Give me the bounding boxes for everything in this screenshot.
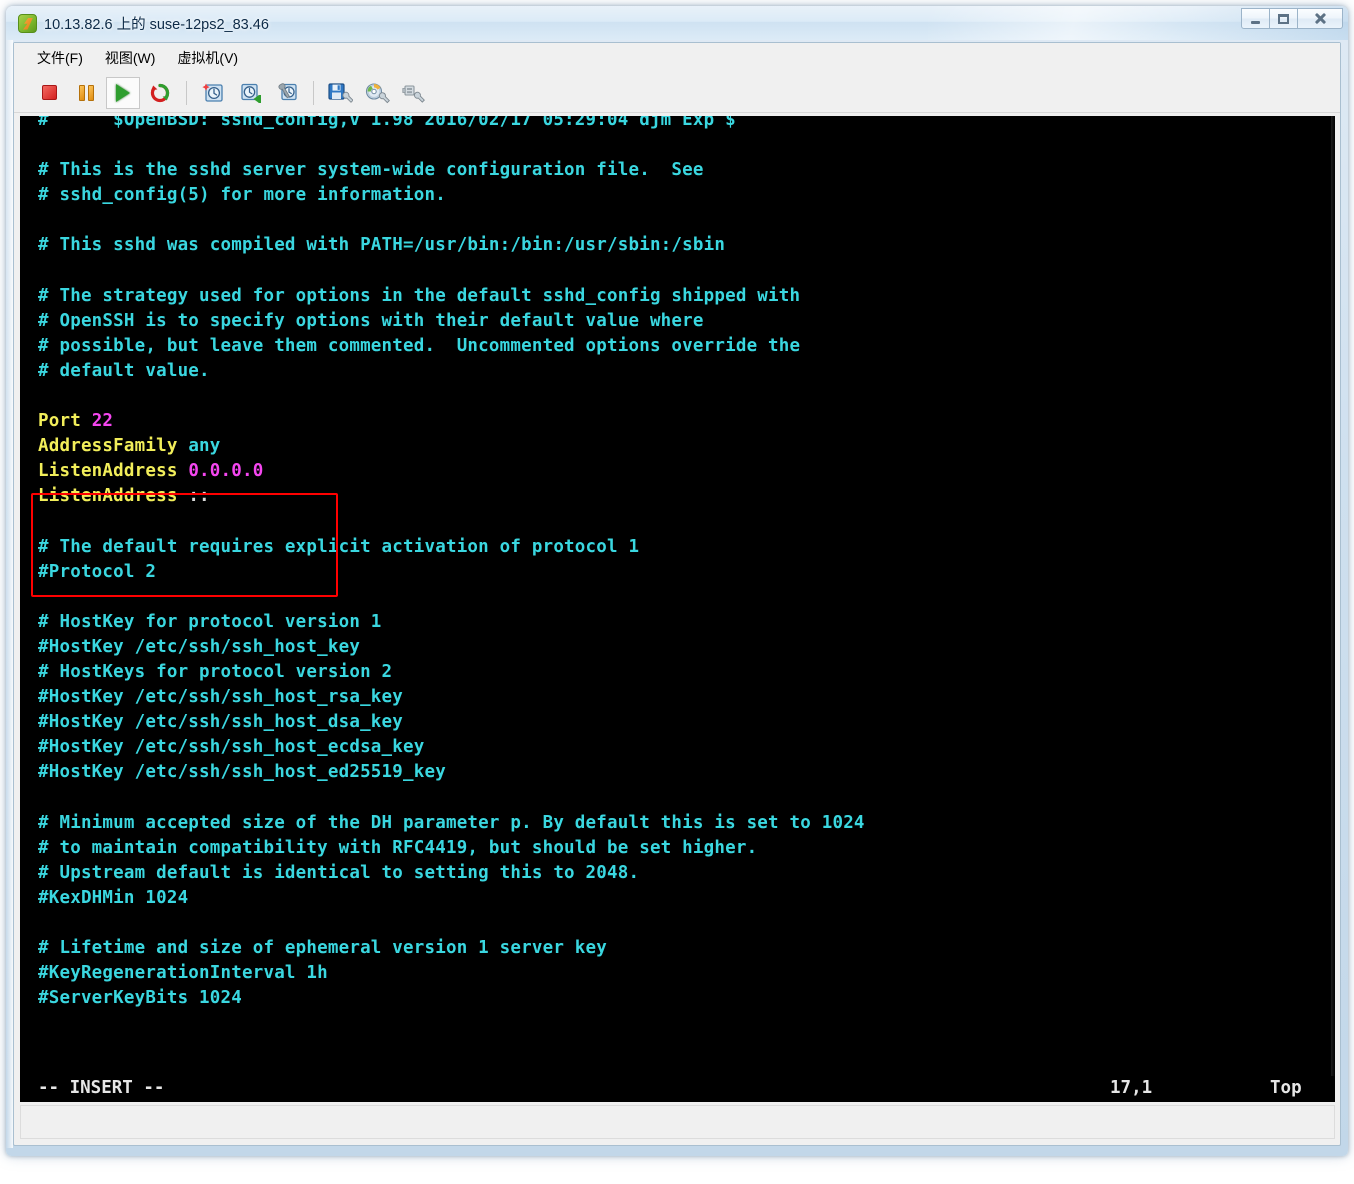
snapshot-revert-icon [238,82,262,104]
maximize-button[interactable] [1269,8,1298,29]
snapshot-manager-button[interactable] [270,77,304,109]
window-statusbar [20,1105,1335,1139]
menubar: 文件(F) 视图(W) 虚拟机(V) [14,43,1340,73]
suspend-button[interactable] [69,77,103,109]
floppy-settings-button[interactable] [323,77,357,109]
vim-mode-indicator: -- INSERT -- [38,1078,164,1098]
usb-settings-button[interactable] [397,77,431,109]
menu-virtual-machine[interactable]: 虚拟机(V) [168,44,247,72]
cdrom-settings-button[interactable] [360,77,394,109]
close-icon [1314,12,1327,25]
window-titlebar[interactable]: 10.13.82.6 上的 suse-12ps2_83.46 [6,6,1348,40]
menu-view[interactable]: 视图(W) [96,44,165,72]
client-area: 文件(F) 视图(W) 虚拟机(V) [13,42,1341,1146]
window-left-edge [6,40,13,1148]
power-on-button[interactable] [106,77,140,109]
cd-wrench-icon [364,82,390,104]
snapshot-manage-icon [275,82,299,104]
pause-icon [79,85,94,101]
titlebar-left-group: 10.13.82.6 上的 suse-12ps2_83.46 [18,6,269,40]
maximize-icon [1278,14,1289,24]
close-button[interactable] [1297,8,1343,29]
toolbar-separator [186,81,187,105]
toolbar-separator [313,81,314,105]
usb-wrench-icon [401,82,427,104]
vim-status-line: -- INSERT -- 17,1 Top [20,1076,1335,1102]
snapshot-revert-button[interactable] [233,77,267,109]
floppy-wrench-icon [327,82,353,104]
terminal-right-edge [1331,116,1335,1102]
toolbar [14,73,1340,113]
vm-terminal-screen[interactable]: # $OpenBSD: sshd_config,v 1.98 2016/02/1… [20,116,1335,1102]
vim-cursor-position: 17,1 [1110,1078,1152,1098]
vm-console-icon [18,14,37,33]
stop-icon [42,85,57,100]
minimize-button[interactable] [1241,8,1270,29]
vm-console-window: 10.13.82.6 上的 suse-12ps2_83.46 文件(F) 视图(… [6,6,1348,1156]
menu-file[interactable]: 文件(F) [28,44,92,72]
refresh-icon [149,82,171,104]
window-title: 10.13.82.6 上的 suse-12ps2_83.46 [44,13,269,34]
snapshot-new-icon [201,82,225,104]
reset-button[interactable] [143,77,177,109]
snapshot-take-button[interactable] [196,77,230,109]
vim-scroll-indicator: Top [1270,1078,1302,1098]
power-off-button[interactable] [32,77,66,109]
window-controls [1242,8,1343,29]
terminal-text: # $OpenBSD: sshd_config,v 1.98 2016/02/1… [38,116,865,1011]
play-icon [116,84,130,102]
minimize-icon [1251,21,1260,24]
